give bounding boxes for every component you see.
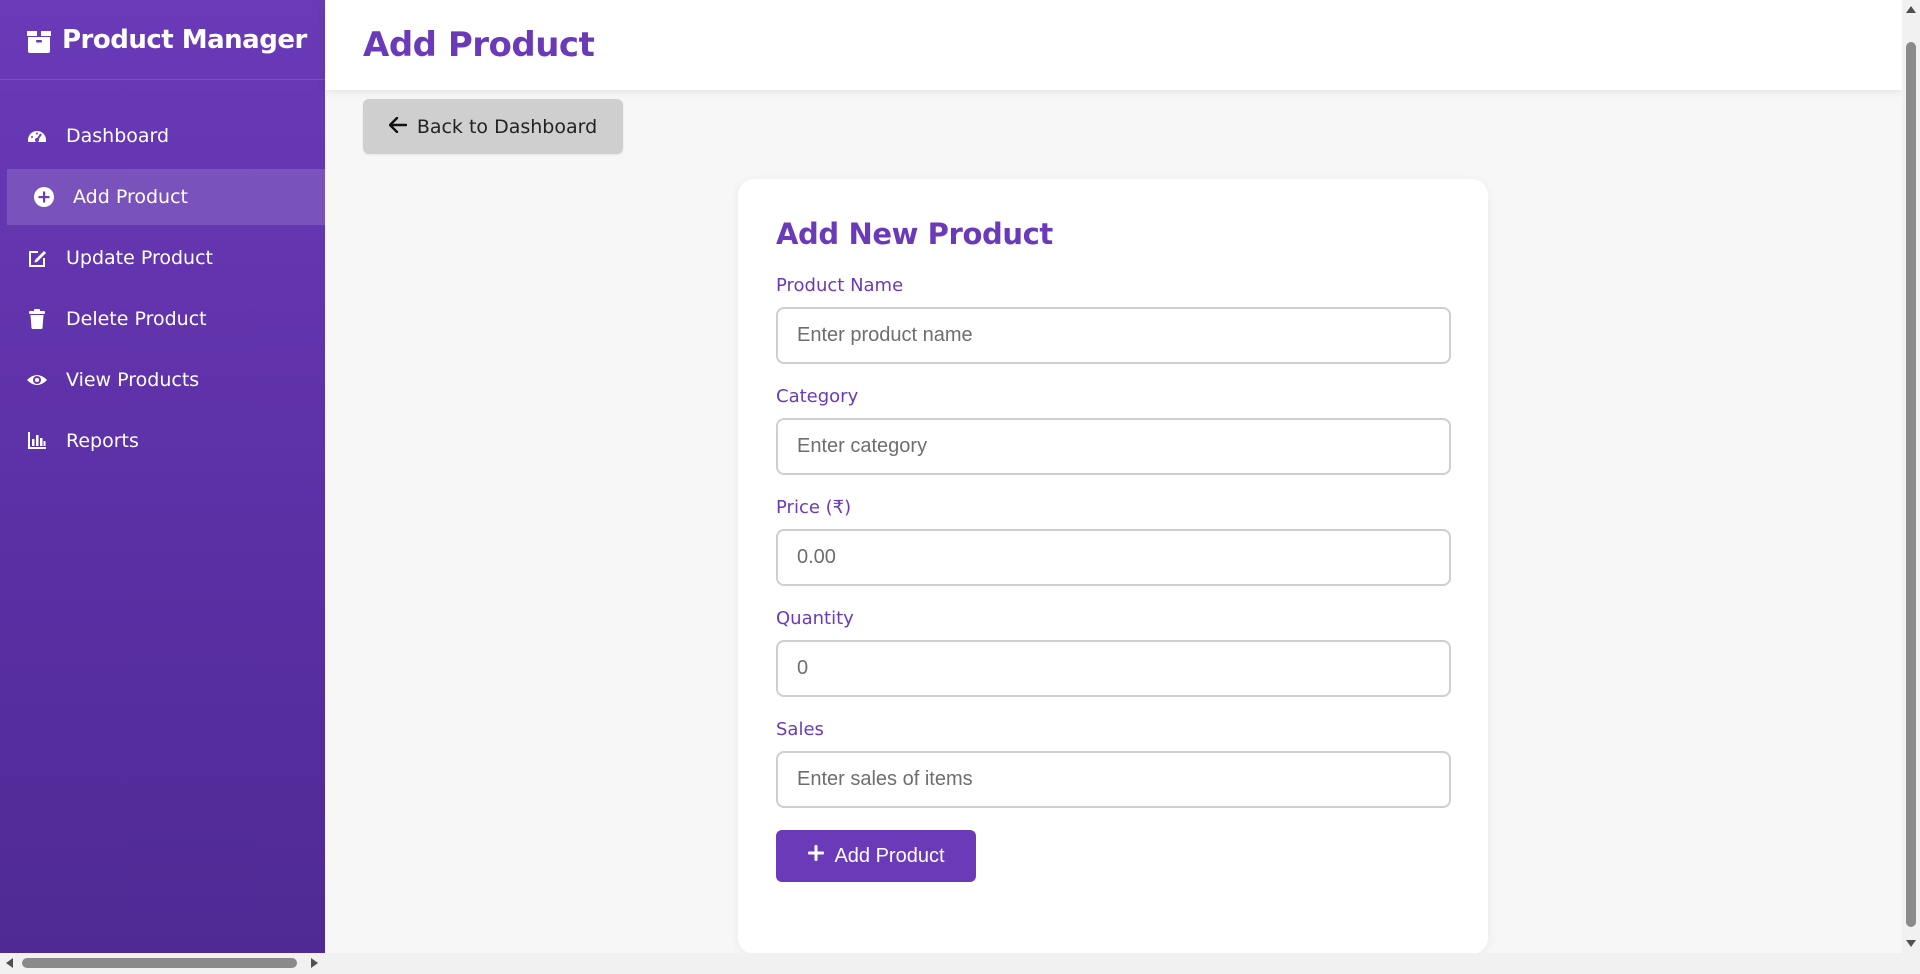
horizontal-scrollbar-thumb[interactable]	[22, 958, 297, 968]
sales-label: Sales	[776, 719, 824, 740]
sidebar-item-update-product[interactable]: Update Product	[0, 230, 325, 286]
price-label: Price (₹)	[776, 497, 852, 518]
sidebar-nav: Dashboard Add Product Update Product Del…	[0, 108, 325, 469]
add-product-submit-button[interactable]: Add Product	[776, 830, 976, 882]
trash-icon	[26, 308, 48, 330]
scroll-down-arrow-icon[interactable]	[1906, 940, 1916, 947]
horizontal-scrollbar[interactable]	[0, 953, 1920, 974]
back-button-label: Back to Dashboard	[416, 115, 598, 138]
arrow-left-icon	[388, 116, 408, 138]
scroll-up-arrow-icon[interactable]	[1906, 6, 1916, 13]
page-header: Add Product	[325, 0, 1902, 90]
sidebar: Product Manager Dashboard Add Product Up…	[0, 0, 325, 953]
sidebar-item-label: Dashboard	[66, 125, 170, 147]
quantity-field: Quantity	[776, 608, 1451, 697]
category-field: Category	[776, 386, 1451, 475]
product-name-field: Product Name	[776, 275, 1451, 364]
sidebar-item-reports[interactable]: Reports	[0, 413, 325, 469]
sidebar-item-add-product[interactable]: Add Product	[7, 169, 325, 225]
sidebar-item-view-products[interactable]: View Products	[0, 352, 325, 408]
product-name-label: Product Name	[776, 275, 904, 296]
edit-icon	[26, 247, 48, 269]
brand-title: Product Manager	[62, 24, 307, 55]
brand[interactable]: Product Manager	[0, 0, 325, 80]
sidebar-item-label: Update Product	[66, 247, 213, 269]
price-input[interactable]	[776, 529, 1451, 586]
vertical-scrollbar[interactable]	[1902, 0, 1920, 953]
sidebar-item-label: Add Product	[73, 186, 188, 208]
category-label: Category	[776, 386, 859, 407]
vertical-scrollbar-thumb[interactable]	[1906, 42, 1916, 927]
sidebar-item-delete-product[interactable]: Delete Product	[0, 291, 325, 347]
bar-chart-icon	[26, 430, 48, 452]
scroll-right-arrow-icon[interactable]	[311, 958, 318, 968]
back-to-dashboard-button[interactable]: Back to Dashboard	[363, 99, 623, 154]
box-icon	[24, 25, 54, 55]
sidebar-item-label: View Products	[66, 369, 200, 391]
quantity-input[interactable]	[776, 640, 1451, 697]
sales-field: Sales	[776, 719, 1451, 808]
quantity-label: Quantity	[776, 608, 854, 629]
submit-button-label: Add Product	[834, 844, 945, 867]
product-name-input[interactable]	[776, 307, 1451, 364]
page-title: Add Product	[363, 25, 595, 65]
sidebar-item-label: Delete Product	[66, 308, 207, 330]
sidebar-item-label: Reports	[66, 430, 139, 452]
category-input[interactable]	[776, 418, 1451, 475]
scroll-left-arrow-icon[interactable]	[6, 958, 13, 968]
form-title: Add New Product	[776, 217, 1053, 251]
sidebar-item-dashboard[interactable]: Dashboard	[0, 108, 325, 164]
price-field: Price (₹)	[776, 497, 1451, 586]
gauge-icon	[26, 125, 48, 147]
eye-icon	[26, 369, 48, 391]
plus-circle-icon	[33, 186, 55, 208]
add-product-card: Add New Product Product Name Category Pr…	[738, 179, 1488, 954]
sales-input[interactable]	[776, 751, 1451, 808]
plus-icon	[807, 844, 825, 868]
app-root: Product Manager Dashboard Add Product Up…	[0, 0, 1920, 974]
